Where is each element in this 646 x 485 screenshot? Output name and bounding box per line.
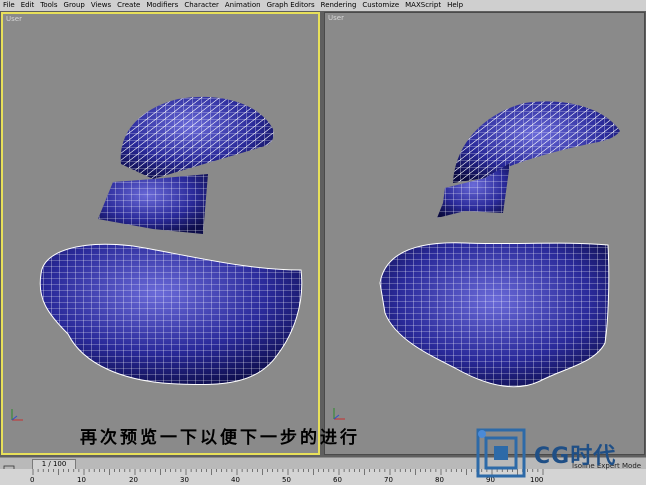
- menu-animation[interactable]: Animation: [222, 0, 264, 11]
- menu-tools[interactable]: Tools: [37, 0, 60, 11]
- lower-body-right: [379, 242, 610, 388]
- axis-tripod-icon: [331, 406, 347, 422]
- menu-modifiers[interactable]: Modifiers: [143, 0, 181, 11]
- ruler-label: 20: [129, 476, 138, 484]
- mesh-render-right: [379, 101, 620, 388]
- viewport-user-left[interactable]: User: [1, 12, 320, 455]
- ruler-label: 0: [30, 476, 35, 484]
- menu-views[interactable]: Views: [88, 0, 114, 11]
- hat-band-left: [98, 174, 208, 234]
- menu-customize[interactable]: Customize: [359, 0, 402, 11]
- menu-character[interactable]: Character: [181, 0, 222, 11]
- viewport-user-right[interactable]: User: [324, 12, 645, 455]
- ruler-label: 80: [435, 476, 444, 484]
- ruler-label: 10: [77, 476, 86, 484]
- menu-rendering[interactable]: Rendering: [318, 0, 360, 11]
- menu-file[interactable]: File: [0, 0, 18, 11]
- ruler-label: 50: [282, 476, 291, 484]
- ruler-label: 60: [333, 476, 342, 484]
- menu-maxscript[interactable]: MAXScript: [402, 0, 444, 11]
- ruler-label: 30: [180, 476, 189, 484]
- lower-body-left: [39, 243, 303, 386]
- watermark-text: CG时代: [534, 444, 617, 469]
- hat-dome-right: [453, 101, 620, 183]
- viewport-area: User User: [0, 11, 646, 457]
- menu-create[interactable]: Create: [114, 0, 143, 11]
- ruler-label: 40: [231, 476, 240, 484]
- mesh-render-left: [39, 96, 303, 386]
- tutorial-caption: 再次预览一下以便下一步的进行: [80, 428, 360, 448]
- timeslider-menu-icon[interactable]: [3, 459, 15, 474]
- menu-edit[interactable]: Edit: [18, 0, 38, 11]
- axis-tripod-icon: [9, 407, 25, 423]
- menu-graph-editors[interactable]: Graph Editors: [264, 0, 318, 11]
- hat-dome-left: [120, 96, 274, 179]
- menu-group[interactable]: Group: [61, 0, 88, 11]
- ruler-label: 70: [384, 476, 393, 484]
- menu-help[interactable]: Help: [444, 0, 466, 11]
